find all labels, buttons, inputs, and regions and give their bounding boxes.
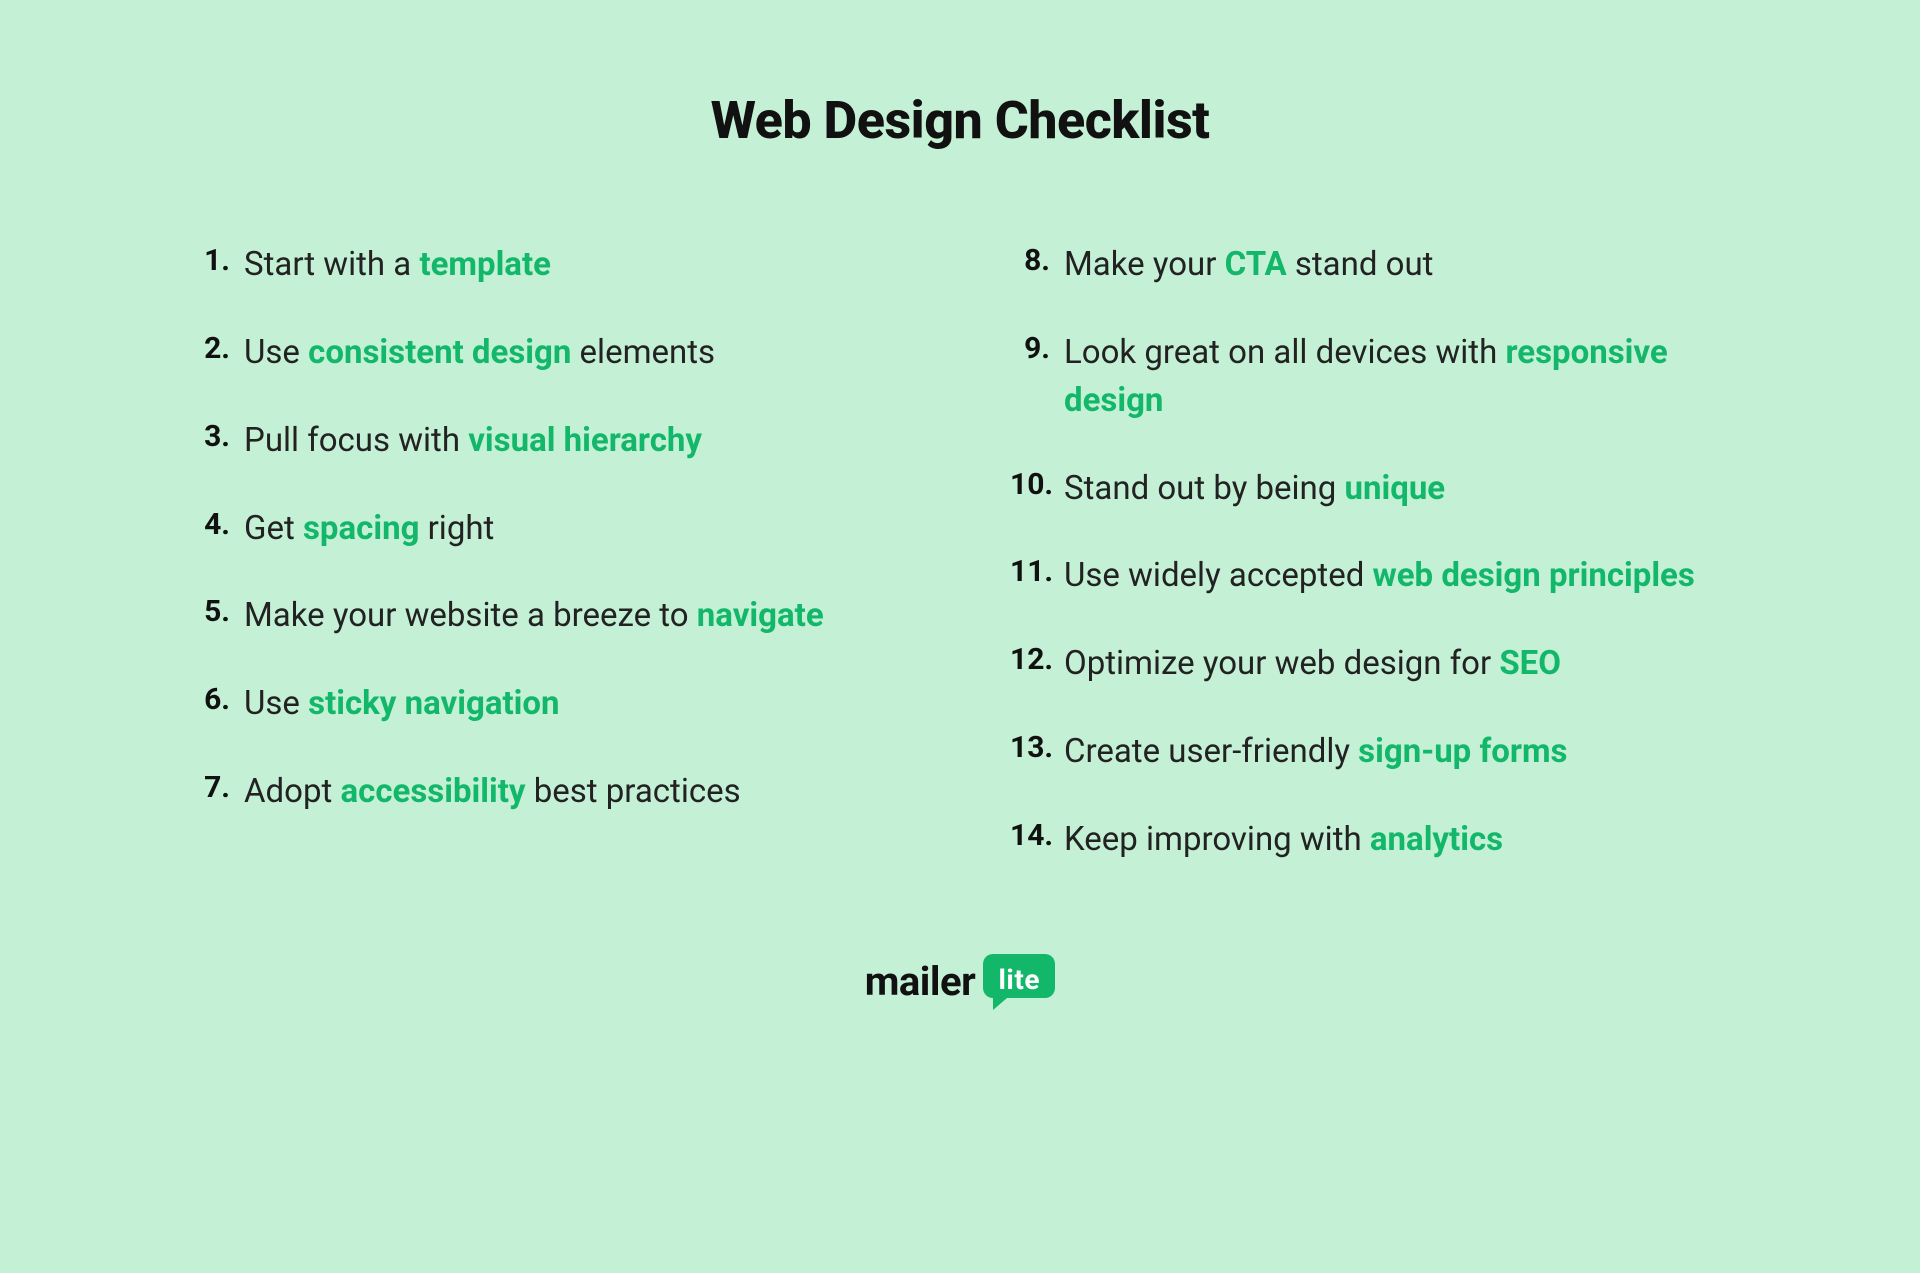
list-item-text: Keep improving with analytics (1064, 816, 1503, 864)
highlight-text: template (419, 245, 551, 284)
list-item-text: Get spacing right (244, 505, 494, 553)
list-item-number: 5. (190, 592, 244, 633)
list-item-number: 4. (190, 505, 244, 546)
list-item-number: 10. (1010, 465, 1064, 506)
logo-lite-text: lite (999, 963, 1040, 996)
highlight-text: spacing (303, 509, 419, 548)
list-item-text: Look great on all devices with responsiv… (1064, 329, 1730, 425)
page: Web Design Checklist 1.Start with a temp… (0, 0, 1920, 1273)
list-item-text: Use consistent design elements (244, 329, 715, 377)
plain-text: Use (244, 684, 308, 723)
list-item: 13.Create user-friendly sign-up forms (1010, 728, 1730, 776)
list-item-number: 3. (190, 417, 244, 458)
list-item-text: Optimize your web design for SEO (1064, 640, 1561, 688)
checklist-columns: 1.Start with a template2.Use consistent … (190, 241, 1730, 904)
plain-text: Stand out by being (1064, 469, 1345, 508)
brand-logo: mailer lite (190, 954, 1730, 1010)
plain-text: Look great on all devices with (1064, 333, 1505, 372)
list-item: 8.Make your CTA stand out (1010, 241, 1730, 289)
list-item-text: Create user-friendly sign-up forms (1064, 728, 1568, 776)
highlight-text: navigate (697, 596, 824, 635)
plain-text: Keep improving with (1064, 820, 1370, 859)
logo-mailer-text: mailer (865, 958, 975, 1005)
list-item-text: Adopt accessibility best practices (244, 768, 741, 816)
plain-text: Adopt (244, 772, 340, 811)
list-item-number: 9. (1010, 329, 1064, 370)
highlight-text: CTA (1225, 245, 1287, 284)
list-item-text: Pull focus with visual hierarchy (244, 417, 702, 465)
list-item-text: Make your website a breeze to navigate (244, 592, 824, 640)
highlight-text: SEO (1499, 644, 1561, 683)
highlight-text: analytics (1370, 820, 1503, 859)
highlight-text: sign-up forms (1358, 732, 1567, 771)
plain-text: Create user-friendly (1064, 732, 1358, 771)
logo-lite-badge: lite (983, 954, 1055, 1010)
plain-text: Use (244, 333, 308, 372)
list-item: 2.Use consistent design elements (190, 329, 910, 377)
list-item-number: 2. (190, 329, 244, 370)
plain-text: best practices (526, 772, 741, 811)
list-item: 1.Start with a template (190, 241, 910, 289)
plain-text: Start with a (244, 245, 419, 284)
list-item-number: 1. (190, 241, 244, 282)
plain-text: Get (244, 509, 303, 548)
list-item: 3.Pull focus with visual hierarchy (190, 417, 910, 465)
list-item: 7.Adopt accessibility best practices (190, 768, 910, 816)
list-item-number: 8. (1010, 241, 1064, 282)
highlight-text: visual hierarchy (468, 421, 702, 460)
list-item: 14.Keep improving with analytics (1010, 816, 1730, 864)
list-item-number: 7. (190, 768, 244, 809)
plain-text: Pull focus with (244, 421, 468, 460)
highlight-text: accessibility (340, 772, 525, 811)
list-item-number: 6. (190, 680, 244, 721)
list-item-number: 14. (1010, 816, 1064, 857)
list-item: 11.Use widely accepted web design princi… (1010, 552, 1730, 600)
list-item-text: Start with a template (244, 241, 551, 289)
checklist-column-left: 1.Start with a template2.Use consistent … (190, 241, 910, 904)
plain-text: Make your (1064, 245, 1225, 284)
page-title: Web Design Checklist (190, 90, 1730, 151)
checklist-left: 1.Start with a template2.Use consistent … (190, 241, 910, 816)
plain-text: Optimize your web design for (1064, 644, 1499, 683)
plain-text: Make your website a breeze to (244, 596, 697, 635)
highlight-text: sticky navigation (308, 684, 559, 723)
list-item: 9.Look great on all devices with respons… (1010, 329, 1730, 425)
list-item: 5.Make your website a breeze to navigate (190, 592, 910, 640)
list-item-text: Make your CTA stand out (1064, 241, 1433, 289)
plain-text: right (419, 509, 494, 548)
highlight-text: consistent design (308, 333, 571, 372)
checklist-column-right: 8.Make your CTA stand out9.Look great on… (1010, 241, 1730, 904)
list-item-number: 12. (1010, 640, 1064, 681)
list-item-number: 13. (1010, 728, 1064, 769)
plain-text: stand out (1287, 245, 1434, 284)
checklist-right: 8.Make your CTA stand out9.Look great on… (1010, 241, 1730, 864)
list-item-text: Stand out by being unique (1064, 465, 1445, 513)
mailerlite-logo: mailer lite (865, 954, 1055, 1010)
highlight-text: unique (1345, 469, 1446, 508)
plain-text: Use widely accepted (1064, 556, 1373, 595)
plain-text: elements (571, 333, 715, 372)
list-item: 10.Stand out by being unique (1010, 465, 1730, 513)
list-item: 12.Optimize your web design for SEO (1010, 640, 1730, 688)
list-item-text: Use sticky navigation (244, 680, 560, 728)
list-item-text: Use widely accepted web design principle… (1064, 552, 1695, 600)
list-item: 6.Use sticky navigation (190, 680, 910, 728)
list-item: 4.Get spacing right (190, 505, 910, 553)
list-item-number: 11. (1010, 552, 1064, 593)
highlight-text: web design principles (1373, 556, 1695, 595)
